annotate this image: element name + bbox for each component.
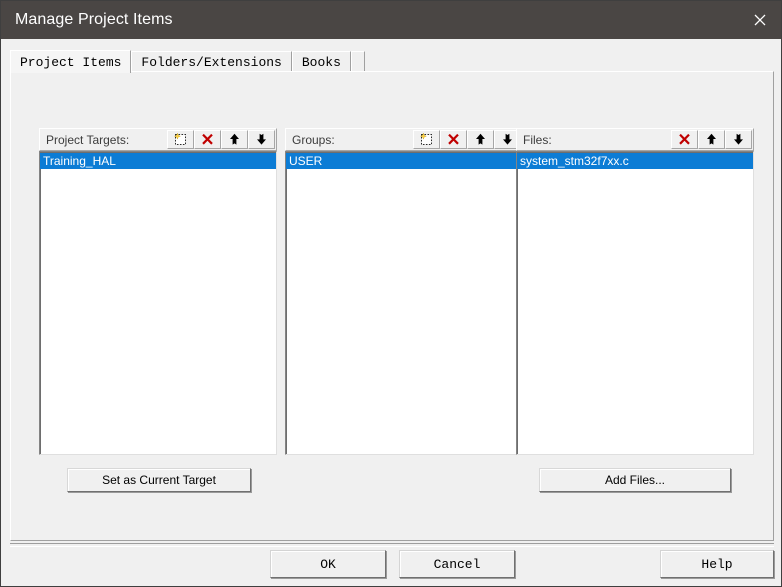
set-as-current-target-button[interactable]: Set as Current Target (67, 468, 251, 492)
cancel-button[interactable]: Cancel (399, 550, 515, 578)
files-list[interactable]: system_stm32f7xx.c (516, 151, 754, 455)
groups-toolbar (413, 130, 521, 149)
move-up-icon[interactable] (221, 130, 248, 149)
ok-button[interactable]: OK (270, 550, 386, 578)
project-targets-panel: Project Targets: Training_HAL (39, 128, 277, 455)
manage-project-items-dialog: Manage Project Items Project Items Folde… (0, 0, 782, 587)
groups-label: Groups: (292, 132, 335, 147)
move-up-icon[interactable] (467, 130, 494, 149)
new-item-icon[interactable] (167, 130, 194, 149)
close-icon[interactable] (737, 1, 781, 39)
bottom-separator (10, 543, 774, 547)
title-bar: Manage Project Items (1, 1, 781, 39)
tab-folders-extensions[interactable]: Folders/Extensions (131, 51, 292, 72)
delete-icon[interactable] (194, 130, 221, 149)
files-label: Files: (523, 132, 552, 147)
project-items-tab-page: Project Targets: Training_HAL Groups: US… (10, 71, 774, 541)
project-targets-toolbar (167, 130, 275, 149)
groups-header: Groups: (285, 128, 523, 151)
groups-list[interactable]: USER (285, 151, 523, 455)
move-down-icon[interactable] (248, 130, 275, 149)
groups-panel: Groups: USER (285, 128, 523, 455)
files-toolbar (671, 130, 752, 149)
tab-project-items[interactable]: Project Items (10, 50, 132, 73)
list-item[interactable]: USER (286, 153, 522, 169)
files-header: Files: (516, 128, 754, 151)
tab-label: Project Items (20, 54, 122, 70)
window-title: Manage Project Items (15, 11, 173, 28)
tab-label: Books (301, 54, 341, 70)
tab-strip: Project Items Folders/Extensions Books (10, 49, 365, 73)
delete-icon[interactable] (440, 130, 467, 149)
project-targets-label: Project Targets: (46, 132, 130, 147)
add-files-button[interactable]: Add Files... (539, 468, 731, 492)
new-item-icon[interactable] (413, 130, 440, 149)
tab-books[interactable]: Books (291, 51, 351, 72)
list-item[interactable]: Training_HAL (40, 153, 276, 169)
delete-icon[interactable] (671, 130, 698, 149)
list-item[interactable]: system_stm32f7xx.c (517, 153, 753, 169)
files-panel: Files: system_stm32f7xx.c (516, 128, 754, 455)
help-button[interactable]: Help (660, 550, 774, 578)
tab-label: Folders/Extensions (141, 54, 282, 70)
move-down-icon[interactable] (725, 130, 752, 149)
tab-strip-filler (350, 51, 365, 72)
project-targets-header: Project Targets: (39, 128, 277, 151)
project-targets-list[interactable]: Training_HAL (39, 151, 277, 455)
move-up-icon[interactable] (698, 130, 725, 149)
